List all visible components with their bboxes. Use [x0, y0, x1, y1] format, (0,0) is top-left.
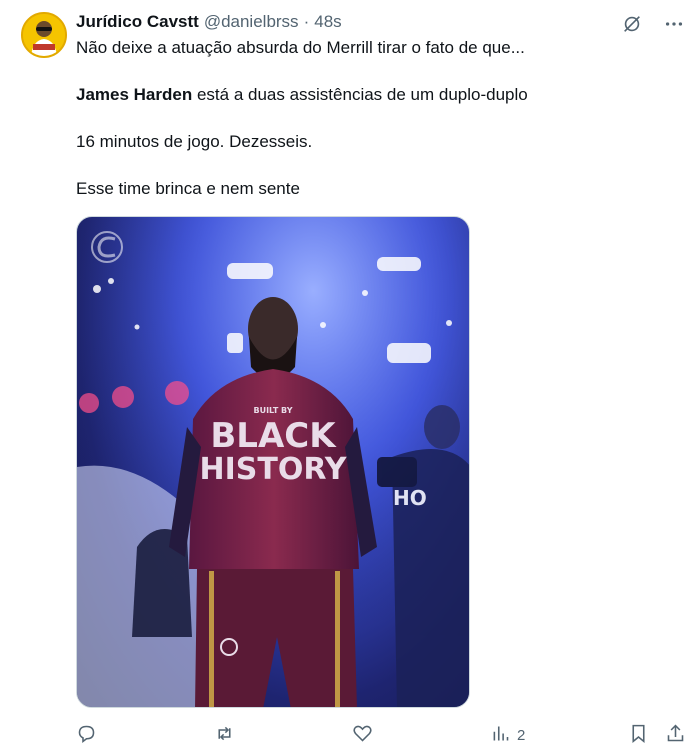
tweet-text-line-3: 16 minutos de jogo. Dezesseis. [76, 132, 313, 151]
tweet-text-line-4: Esse time brinca e nem sente [76, 179, 300, 198]
reply-icon [76, 723, 97, 748]
fan-shirt-text: HO [393, 486, 427, 510]
tweet-text-line-1: Não deixe a atuação absurda do Merrill t… [76, 38, 525, 57]
bookmark-button[interactable] [628, 722, 649, 748]
shirt-text-small: BUILT BY [253, 406, 292, 415]
shirt-text-line-1: BLACK [210, 416, 337, 456]
tweet-header: Jurídico Cavstt @danielbrss · 48s [76, 12, 342, 34]
tweet-photo[interactable]: HO BUILT BY BLACK HISTORY [76, 216, 470, 708]
views-button[interactable]: 2 [490, 722, 525, 748]
separator: · [303, 12, 310, 31]
tweet-text-line-2-rest: está a duas assistências de um duplo-dup… [192, 85, 528, 104]
tweet-text-line-2: James Harden está a duas assistências de… [76, 84, 528, 106]
like-button[interactable] [352, 722, 373, 748]
views-count: 2 [517, 726, 526, 744]
like-icon [352, 723, 373, 748]
grok-icon[interactable] [620, 12, 644, 36]
avatar[interactable] [21, 12, 67, 58]
shirt-text-line-2: HISTORY [199, 452, 347, 487]
display-name[interactable]: Jurídico Cavstt [76, 12, 199, 32]
bookmark-icon [628, 723, 649, 748]
mention-bold: James Harden [76, 85, 193, 104]
timestamp[interactable]: 48s [314, 12, 341, 32]
views-icon [490, 723, 511, 748]
handle[interactable]: @danielbrss [204, 12, 299, 32]
tweet-actions: 2 [76, 722, 686, 748]
more-icon[interactable] [662, 12, 686, 36]
share-button[interactable] [665, 722, 686, 748]
tweet[interactable]: Jurídico Cavstt @danielbrss · 48s Não de… [0, 0, 700, 756]
share-icon [665, 723, 686, 748]
retweet-icon [214, 723, 235, 748]
top-actions [620, 12, 686, 36]
retweet-button[interactable] [214, 722, 235, 748]
reply-button[interactable] [76, 722, 97, 748]
